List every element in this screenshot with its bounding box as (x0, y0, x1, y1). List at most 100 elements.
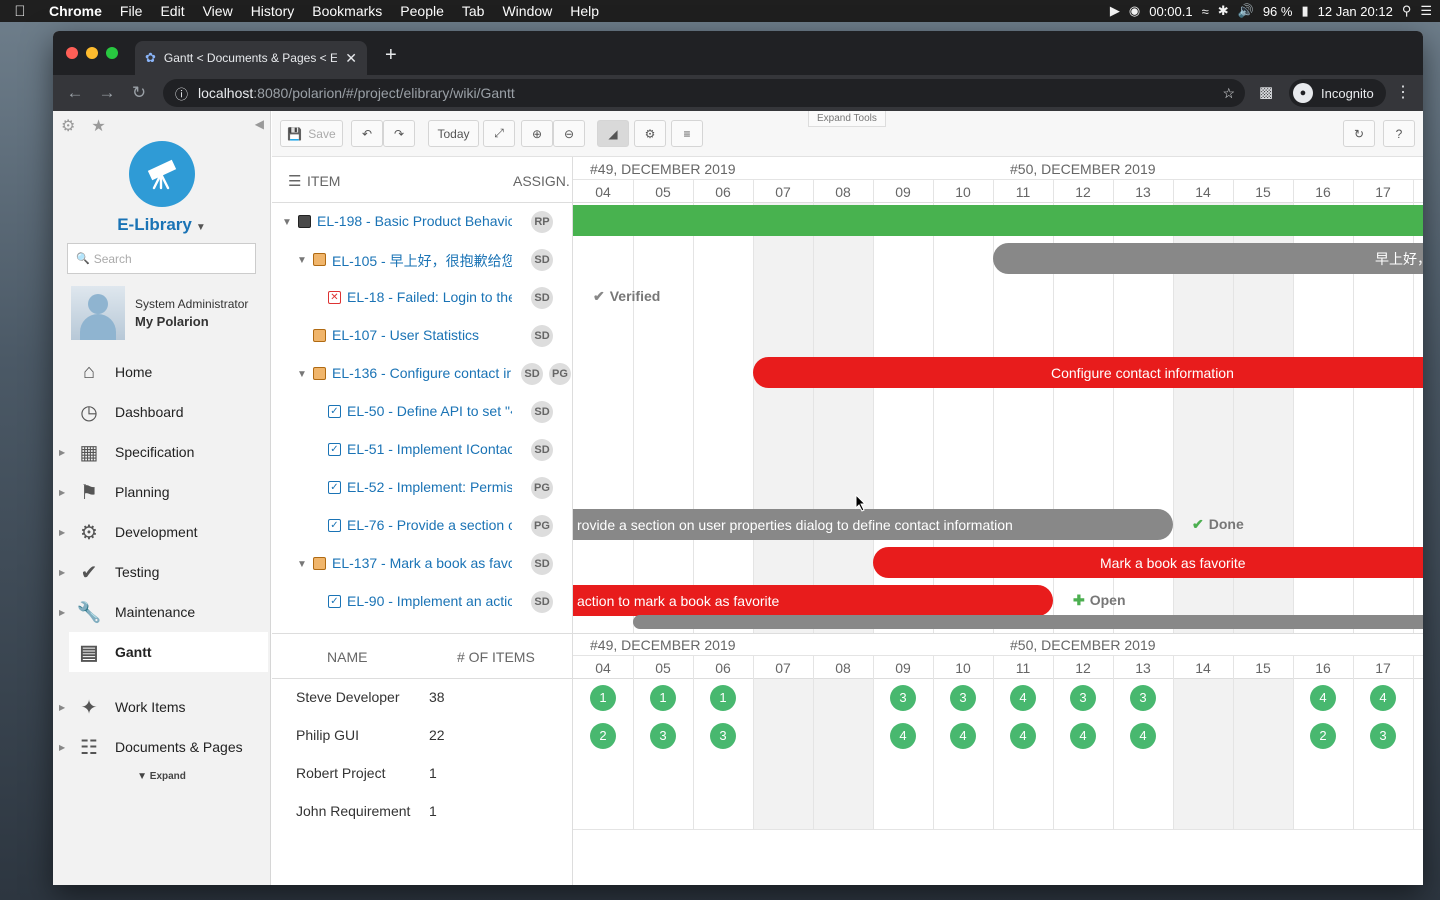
help-button[interactable]: ? (1383, 120, 1415, 147)
browser-tab[interactable]: ✿ Gantt < Documents & Pages < E ✕ (135, 41, 367, 75)
control-center-icon[interactable]: ☰ (1420, 3, 1432, 19)
resource-row[interactable]: Philip GUI 22 (272, 717, 572, 755)
expand-arrow-icon[interactable]: ▶ (59, 488, 65, 497)
clock[interactable]: 12 Jan 20:12 (1318, 4, 1393, 19)
collapse-triangle-icon[interactable]: ▼ (297, 255, 307, 266)
sidebar-item-gantt[interactable]: ▤ Gantt (69, 632, 268, 672)
expand-arrow-icon[interactable]: ▶ (59, 743, 65, 752)
expand-arrow-icon[interactable]: ▶ (59, 568, 65, 577)
task-link[interactable]: EL-76 - Provide a section c (347, 517, 512, 533)
task-link[interactable]: EL-105 - 早上好，很抱歉给您 (332, 251, 512, 271)
expand-tools-button[interactable]: Expand Tools (808, 111, 886, 127)
incognito-profile[interactable]: ● Incognito (1289, 79, 1386, 107)
menu-tab[interactable]: Tab (453, 3, 494, 19)
sidebar-item-maintenance[interactable]: ▶ 🔧 Maintenance (53, 592, 270, 632)
collapse-triangle-icon[interactable]: ▼ (297, 559, 307, 570)
assignee-column-header[interactable]: ASSIGN. (513, 173, 570, 189)
assignee-badge[interactable]: RP (531, 211, 553, 233)
expand-arrow-icon[interactable]: ▶ (59, 608, 65, 617)
collapse-triangle-icon[interactable]: ▼ (282, 217, 292, 228)
project-logo-telescope-icon[interactable] (128, 141, 195, 207)
zoom-in-button[interactable]: ⊕ (521, 120, 553, 147)
assignee-badge[interactable]: SD (531, 591, 553, 613)
assignee-badge[interactable]: SD (521, 363, 543, 385)
browser-menu-icon[interactable]: ⋮ (1395, 82, 1411, 102)
resource-load-circle[interactable]: 4 (1370, 685, 1396, 711)
bar-el-90[interactable]: action to mark a book as favorite (573, 585, 1053, 616)
resource-load-circle[interactable]: 4 (950, 723, 976, 749)
sidebar-item-specification[interactable]: ▶ ▦ Specification (53, 432, 270, 472)
favorites-star-icon[interactable]: ★ (91, 116, 105, 136)
bar-partial[interactable] (633, 615, 1423, 629)
my-polarion-link[interactable]: My Polarion (135, 313, 248, 331)
sidebar-item-dashboard[interactable]: ◷ Dashboard (53, 392, 270, 432)
address-bar[interactable]: ⓘ localhost:8080/polarion/#/project/elib… (163, 79, 1245, 107)
project-switcher[interactable]: E-Library ▼ (53, 215, 270, 235)
bar-el-198[interactable] (573, 205, 1423, 236)
expand-nav-button[interactable]: ▼ Expand (53, 771, 270, 782)
refresh-button[interactable]: ↻ (1343, 120, 1375, 147)
play-icon[interactable]: ▶ (1110, 3, 1120, 19)
task-link[interactable]: EL-52 - Implement: Permis (347, 479, 512, 495)
resources-toggle-button[interactable]: ⚙ (634, 120, 666, 147)
info-icon[interactable]: ⓘ (175, 84, 188, 103)
task-row[interactable]: ✓ EL-90 - Implement an actic SD (272, 583, 572, 621)
cast-icon[interactable]: ▩ (1259, 83, 1273, 101)
task-link[interactable]: EL-90 - Implement an actic (347, 593, 512, 609)
resource-load-circle[interactable]: 1 (650, 685, 676, 711)
resource-load-circle[interactable]: 3 (950, 685, 976, 711)
item-column-header[interactable]: ITEM (307, 173, 340, 189)
menu-file[interactable]: File (111, 3, 152, 19)
volume-icon[interactable]: 🔊 (1238, 3, 1254, 19)
resource-load-circle[interactable]: 1 (590, 685, 616, 711)
bar-el-136[interactable]: Configure contact information (753, 357, 1423, 388)
menu-people[interactable]: People (391, 3, 453, 19)
resource-load-circle[interactable]: 4 (1010, 723, 1036, 749)
undo-button[interactable]: ↶ (351, 120, 383, 147)
bar-el-76[interactable]: rovide a section on user properties dial… (573, 509, 1173, 540)
task-row[interactable]: ✓ EL-76 - Provide a section c PG (272, 507, 572, 545)
task-link[interactable]: EL-50 - Define API to set "‹ (347, 403, 512, 419)
resource-row[interactable]: Robert Project 1 (272, 755, 572, 793)
zoom-out-button[interactable]: ⊖ (553, 120, 585, 147)
battery-icon[interactable]: ▮ (1301, 3, 1308, 19)
apple-icon[interactable]:  (0, 3, 40, 20)
menu-view[interactable]: View (194, 3, 242, 19)
task-row[interactable]: ✓ EL-52 - Implement: Permis PG (272, 469, 572, 507)
task-link[interactable]: EL-198 - Basic Product Behavic (317, 213, 512, 229)
sidebar-item-development[interactable]: ▶ ⚙ Development (53, 512, 270, 552)
name-column-header[interactable]: NAME (327, 649, 367, 665)
resource-load-circle[interactable]: 2 (590, 723, 616, 749)
bar-el-105[interactable]: 早上好， (993, 243, 1423, 274)
bookmark-star-icon[interactable]: ☆ (1222, 85, 1235, 102)
back-icon[interactable]: ← (59, 83, 91, 103)
items-column-header[interactable]: # OF ITEMS (457, 649, 535, 665)
task-link[interactable]: EL-137 - Mark a book as favc (332, 555, 512, 571)
task-row[interactable]: ▼ EL-137 - Mark a book as favc SD (272, 545, 572, 583)
assignee-badge[interactable]: PG (549, 363, 571, 385)
menu-help[interactable]: Help (561, 3, 608, 19)
resource-load-circle[interactable]: 3 (1070, 685, 1096, 711)
sidebar-item-home[interactable]: ⌂ Home (53, 352, 270, 392)
close-tab-icon[interactable]: ✕ (345, 50, 357, 67)
resource-load-circle[interactable]: 4 (890, 723, 916, 749)
assignee-badge[interactable]: SD (531, 287, 553, 309)
forward-icon[interactable]: → (91, 83, 123, 103)
resource-load-circle[interactable]: 1 (710, 685, 736, 711)
resource-load-circle[interactable]: 2 (1310, 723, 1336, 749)
resource-load-circle[interactable]: 4 (1010, 685, 1036, 711)
task-row[interactable]: ✕ EL-18 - Failed: Login to the SD (272, 279, 572, 317)
resource-row[interactable]: John Requirement 1 (272, 793, 572, 831)
new-tab-button[interactable]: + (385, 44, 397, 67)
task-row[interactable]: ✓ EL-50 - Define API to set "‹ SD (272, 393, 572, 431)
filter-toggle-button[interactable]: ◢ (597, 120, 629, 147)
maximize-window-button[interactable] (106, 47, 118, 59)
resource-load-circle[interactable]: 3 (1130, 685, 1156, 711)
assignee-badge[interactable]: SD (531, 325, 553, 347)
save-button[interactable]: 💾 Save (280, 120, 343, 147)
bluetooth-icon[interactable]: ✱ (1218, 3, 1229, 19)
task-row[interactable]: EL-107 - User Statistics SD (272, 317, 572, 355)
bar-el-137[interactable]: Mark a book as favorite (873, 547, 1423, 578)
task-row[interactable]: ▼ EL-136 - Configure contact ir SD PG (272, 355, 572, 393)
resource-load-circle[interactable]: 4 (1310, 685, 1336, 711)
